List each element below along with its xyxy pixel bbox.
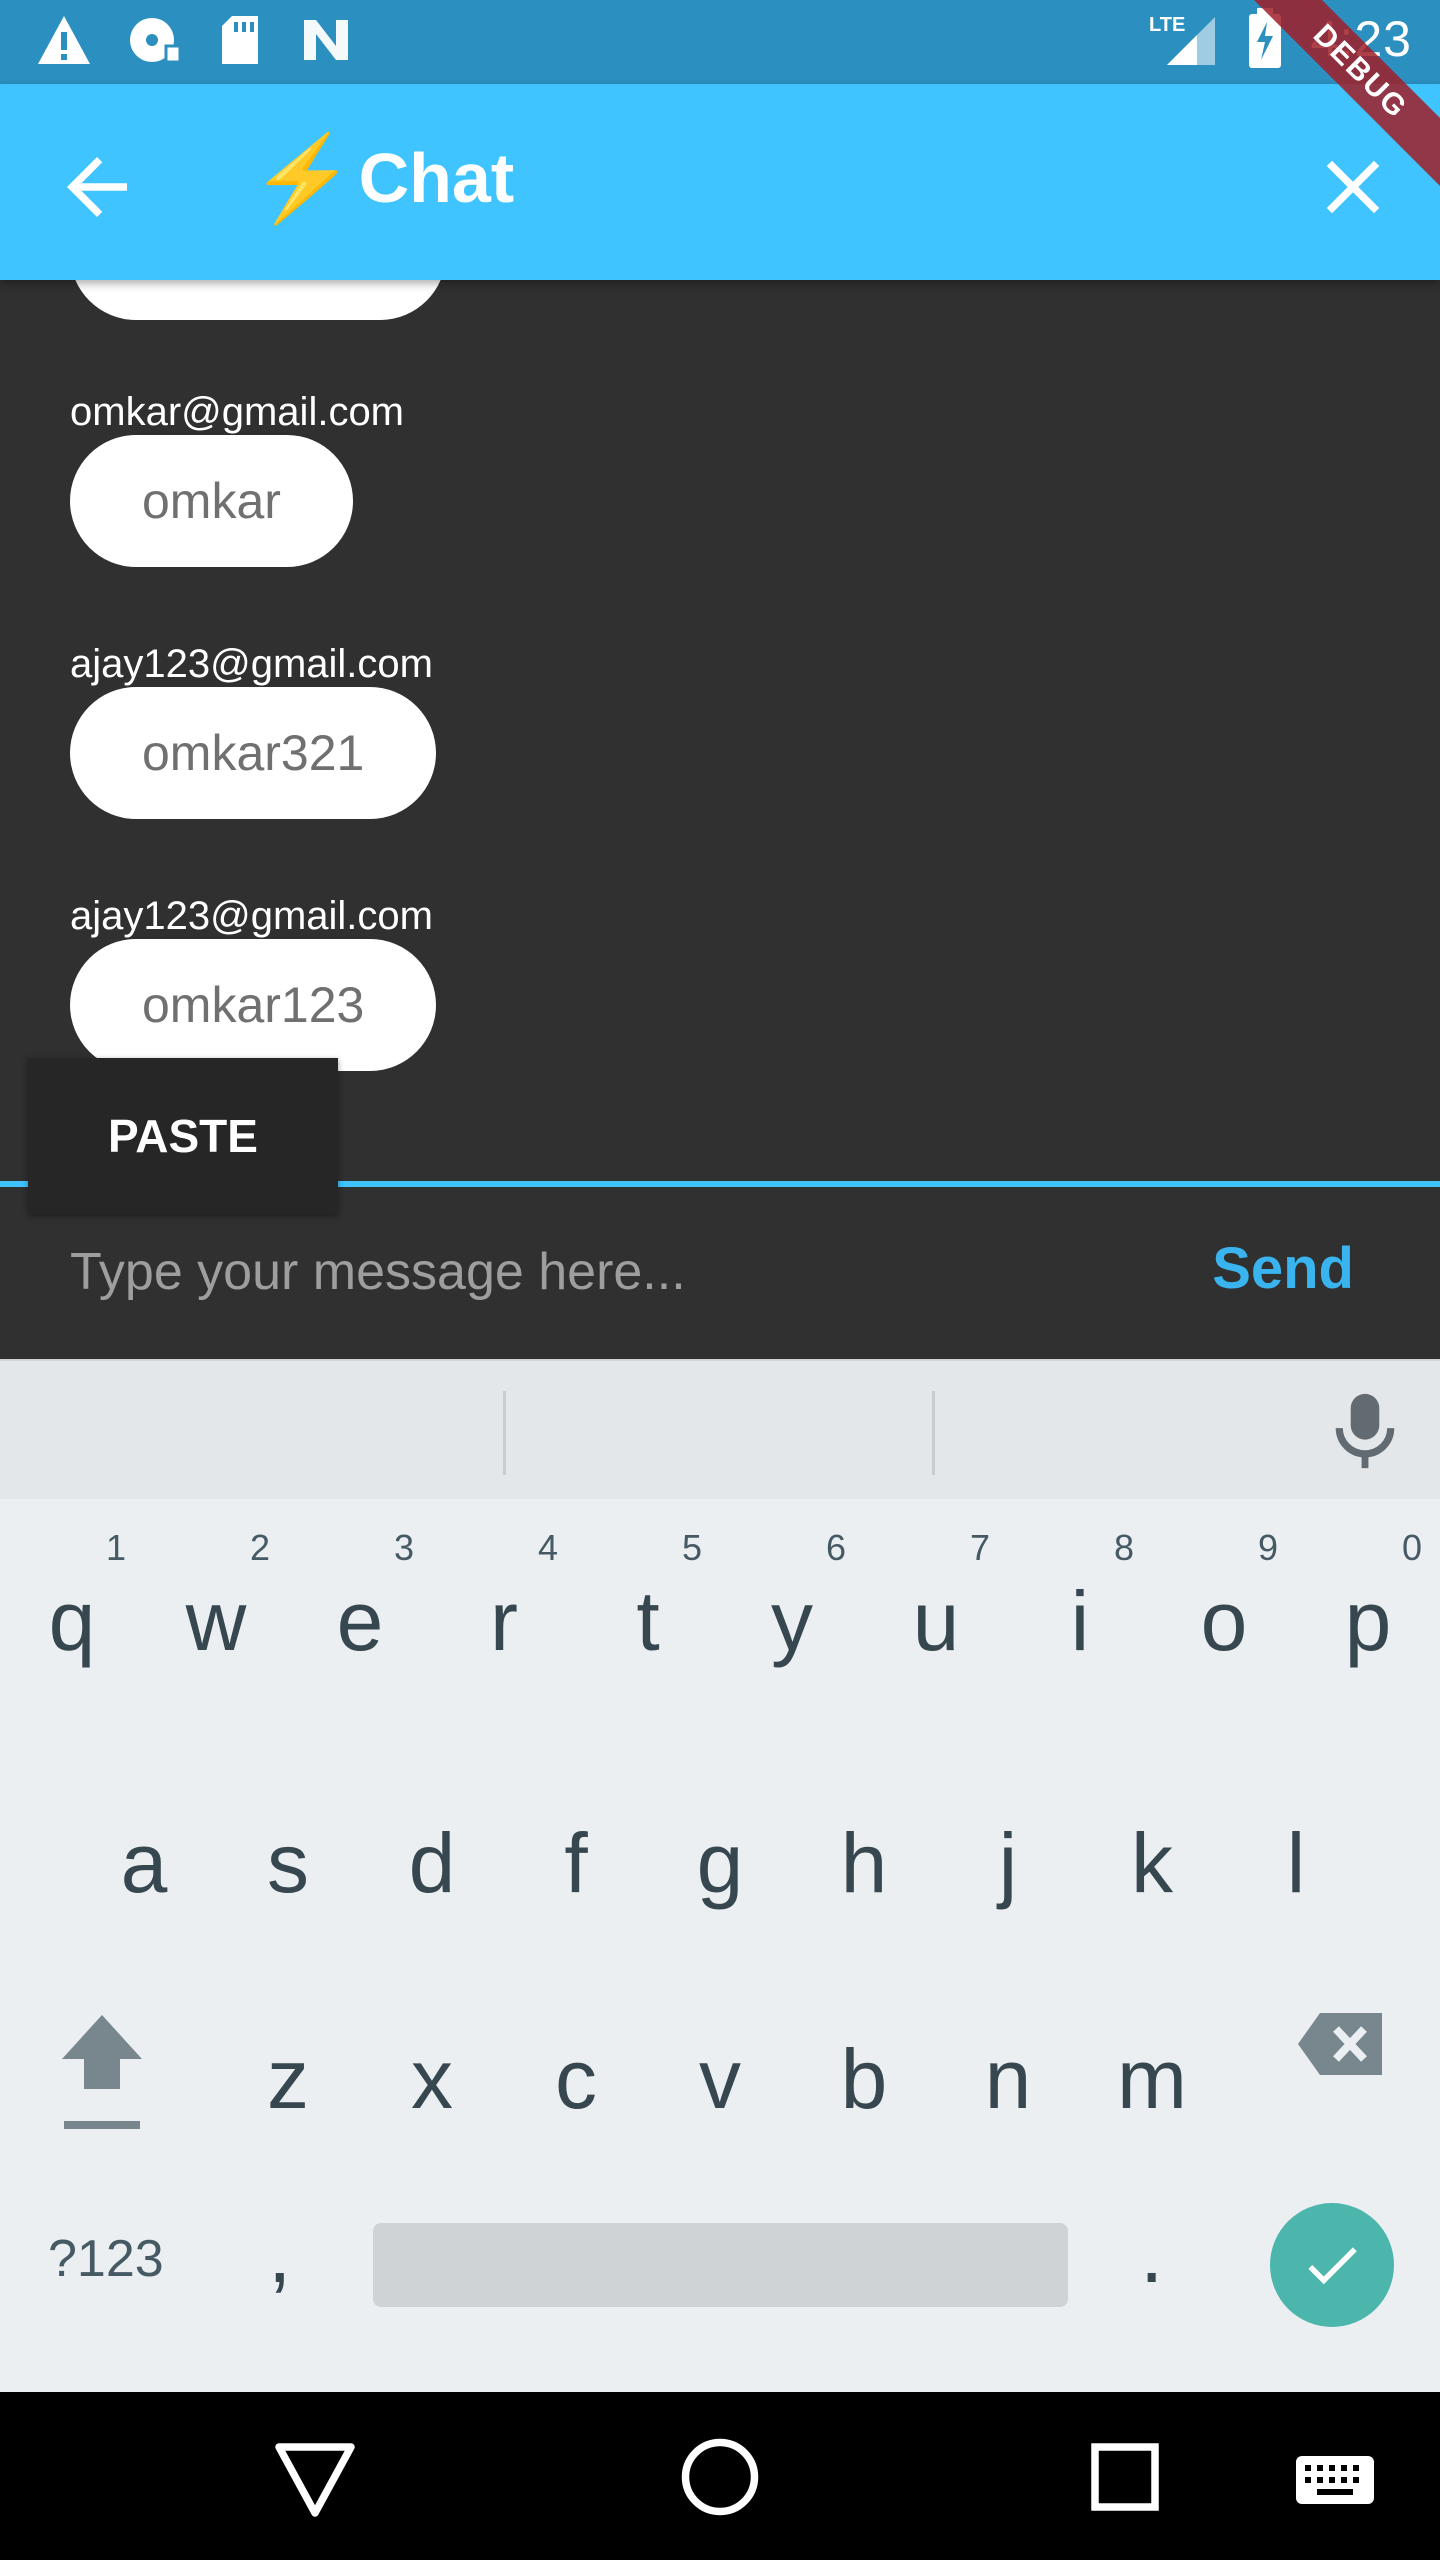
back-button[interactable]: [52, 142, 142, 232]
paste-button[interactable]: PASTE: [28, 1058, 338, 1214]
app-bar: ⚡ Chat: [0, 84, 1440, 280]
status-left-icons: [36, 14, 354, 66]
message-sender: ajay123@gmail.com: [70, 642, 433, 686]
system-navigation-bar: [0, 2392, 1440, 2560]
nav-recents-button[interactable]: [1080, 2432, 1170, 2522]
keyboard-switch-button[interactable]: [1290, 2432, 1380, 2522]
send-button[interactable]: Send: [1212, 1235, 1354, 1302]
microphone-icon: [1335, 1393, 1395, 1469]
message-sender: omkar@gmail.com: [70, 390, 405, 434]
key-h[interactable]: h: [792, 1821, 936, 2021]
message-bubble[interactable]: omkar: [70, 435, 353, 567]
key-l[interactable]: l: [1224, 1821, 1368, 2021]
message-item: ajay123@gmail.com omkar123: [70, 894, 437, 1071]
backspace-key[interactable]: [1270, 1999, 1414, 2199]
nav-back-button[interactable]: [270, 2432, 360, 2522]
close-button[interactable]: [1308, 142, 1398, 232]
shift-icon: [62, 2015, 142, 2129]
comma-key[interactable]: ,: [268, 2205, 291, 2302]
lte-signal-icon: LTE: [1149, 14, 1215, 65]
lightning-icon: ⚡: [250, 131, 355, 225]
key-s[interactable]: s: [216, 1821, 360, 2021]
message-input[interactable]: [70, 1227, 1120, 1317]
message-bubble[interactable]: omkar123: [70, 939, 437, 1071]
page-title-text: Chat: [358, 139, 515, 217]
symbols-key[interactable]: ?123: [48, 2229, 164, 2289]
key-e[interactable]: 3e: [288, 1499, 432, 1699]
space-bar[interactable]: [373, 2223, 1068, 2307]
key-x[interactable]: x: [360, 2037, 504, 2237]
back-arrow-icon: [67, 157, 127, 217]
key-o[interactable]: 9o: [1152, 1499, 1296, 1699]
checkmark-icon: [1308, 2247, 1357, 2285]
key-w[interactable]: 2w: [144, 1499, 288, 1699]
key-c[interactable]: c: [504, 2037, 648, 2237]
status-time: 4:23: [1310, 11, 1412, 67]
key-f[interactable]: f: [504, 1821, 648, 2021]
nav-back-triangle-icon: [275, 2443, 355, 2517]
key-a[interactable]: a: [72, 1821, 216, 2021]
nav-home-circle-icon: [681, 2438, 759, 2516]
suggestion-divider: [932, 1391, 935, 1475]
message-item: ajay123@gmail.com omkar321: [70, 642, 437, 819]
svg-text:LTE: LTE: [1149, 14, 1185, 36]
keyboard-suggestion-strip: [0, 1359, 1440, 1499]
nav-home-button[interactable]: [675, 2432, 765, 2522]
voice-input-button[interactable]: [1330, 1391, 1400, 1471]
sd-card-icon: [222, 16, 258, 64]
status-bar: LTE 4:23: [0, 0, 1440, 84]
key-p[interactable]: 0p: [1296, 1499, 1440, 1699]
warning-icon: [38, 16, 90, 64]
key-n[interactable]: n: [936, 2037, 1080, 2237]
key-r[interactable]: 4r: [432, 1499, 576, 1699]
page-title: ⚡ Chat: [250, 136, 514, 220]
message-bubble[interactable]: [70, 280, 446, 320]
message-item: [70, 280, 446, 324]
message-sender: ajay123@gmail.com: [70, 894, 433, 938]
key-q[interactable]: 1q: [0, 1499, 144, 1699]
key-j[interactable]: j: [936, 1821, 1080, 2021]
key-t[interactable]: 5t: [576, 1499, 720, 1699]
key-v[interactable]: v: [648, 2037, 792, 2237]
n-logo-icon: [304, 20, 348, 60]
message-item: omkar@gmail.com omkar: [70, 390, 404, 567]
status-right-icons: LTE 4:23: [1149, 8, 1412, 70]
key-k[interactable]: k: [1080, 1821, 1224, 2021]
key-b[interactable]: b: [792, 2037, 936, 2237]
shift-key[interactable]: [30, 1999, 174, 2199]
key-d[interactable]: d: [360, 1821, 504, 2021]
chat-message-list[interactable]: omkar@gmail.com omkar ajay123@gmail.com …: [0, 280, 1440, 1185]
suggestion-divider: [503, 1391, 506, 1475]
soft-keyboard: 1q 2w 3e 4r 5t 6y 7u 8i 9o 0p a s d f g …: [0, 1499, 1440, 2392]
message-bubble[interactable]: omkar321: [70, 687, 437, 819]
close-icon: [1326, 160, 1380, 214]
nav-recents-square-icon: [1091, 2443, 1159, 2511]
keyboard-icon: [1296, 2456, 1374, 2504]
sync-disc-icon: [130, 18, 182, 64]
battery-charging-icon: [1248, 8, 1281, 68]
backspace-icon: [1298, 2013, 1382, 2075]
key-g[interactable]: g: [648, 1821, 792, 2021]
key-y[interactable]: 6y: [720, 1499, 864, 1699]
key-u[interactable]: 7u: [864, 1499, 1008, 1699]
key-i[interactable]: 8i: [1008, 1499, 1152, 1699]
done-key[interactable]: [1270, 2203, 1394, 2327]
period-key[interactable]: .: [1140, 2205, 1163, 2302]
